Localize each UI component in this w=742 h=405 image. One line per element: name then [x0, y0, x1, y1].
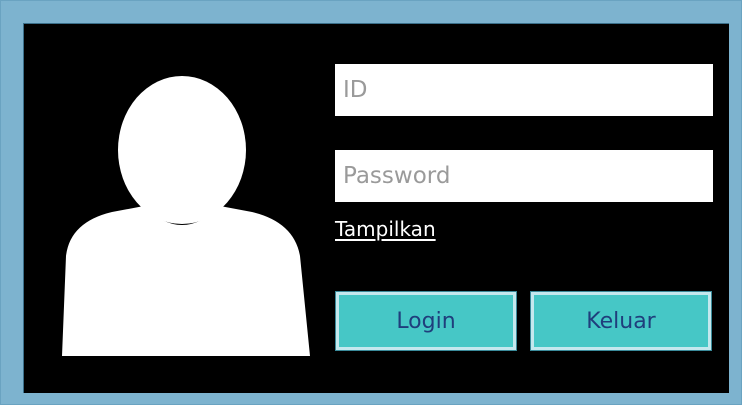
login-button[interactable]: Login — [335, 291, 517, 351]
user-avatar-icon — [62, 76, 310, 356]
id-input[interactable] — [335, 64, 713, 116]
login-window: Tampilkan Login Keluar — [0, 0, 742, 405]
password-input[interactable] — [335, 150, 713, 202]
show-password-link[interactable]: Tampilkan — [335, 217, 436, 241]
login-panel: Tampilkan Login Keluar — [23, 23, 729, 393]
exit-button[interactable]: Keluar — [530, 291, 712, 351]
